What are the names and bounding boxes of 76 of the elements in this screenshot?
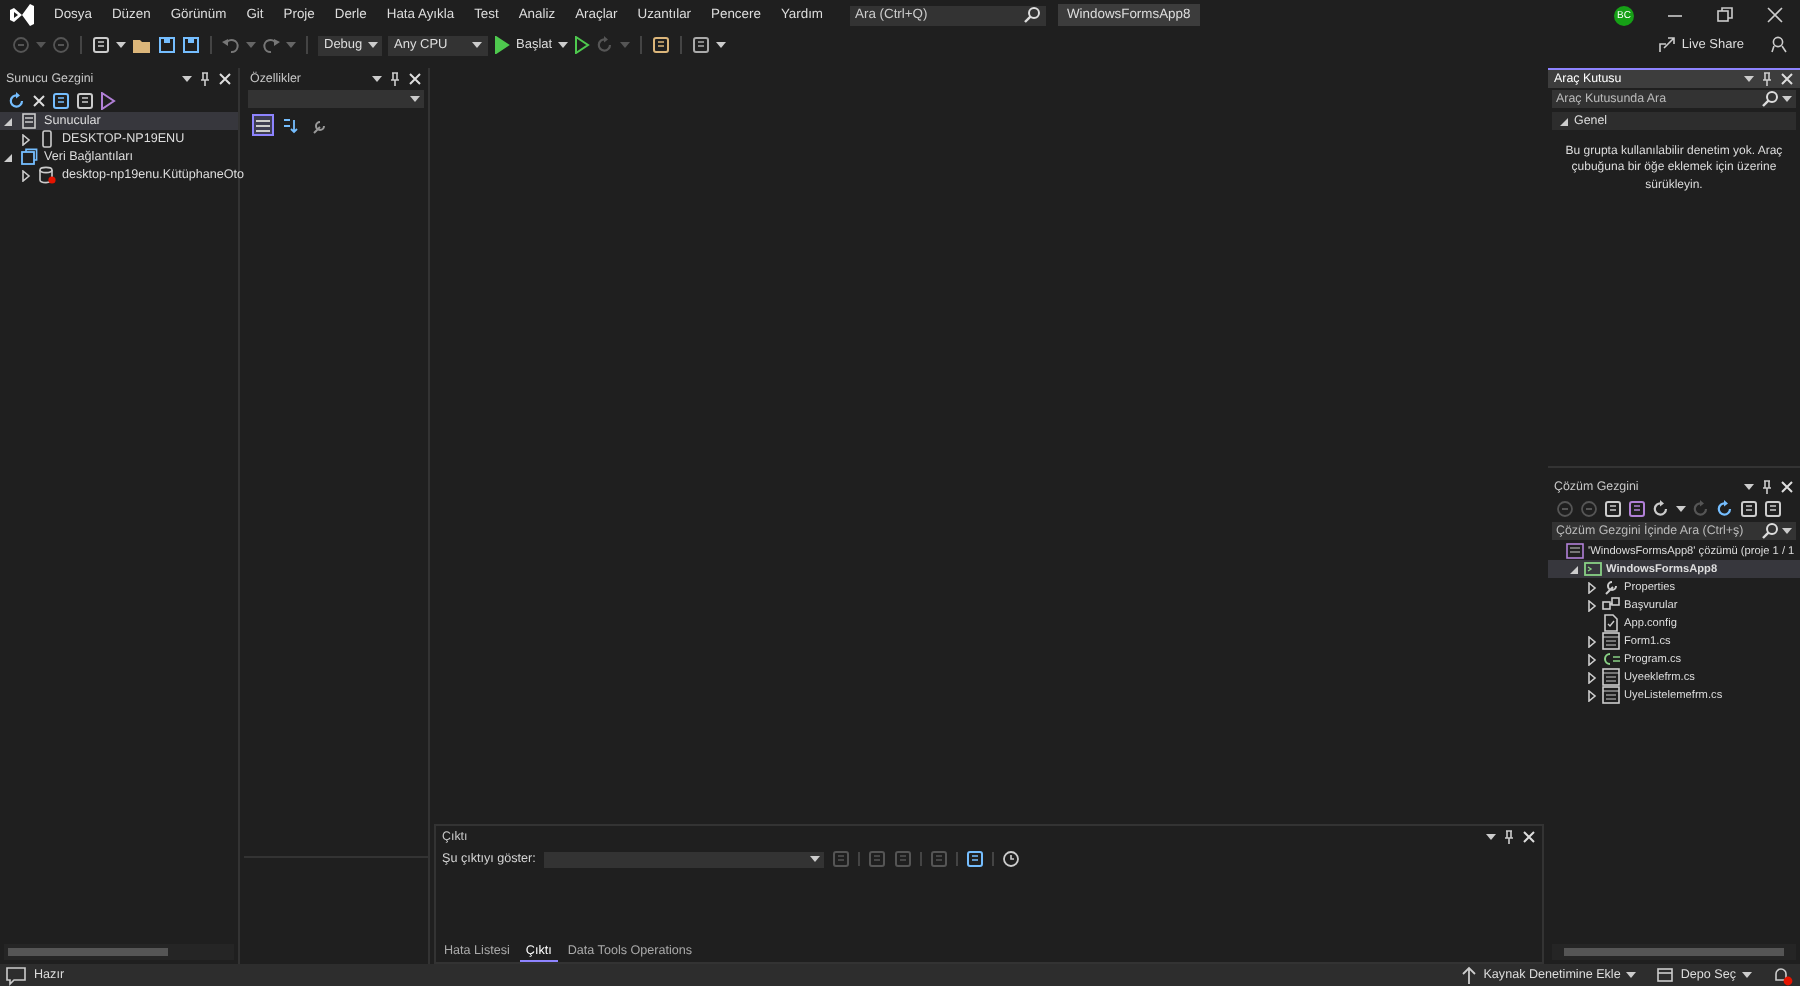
caret-icon[interactable] <box>1742 972 1752 978</box>
categorized-icon <box>254 117 272 133</box>
solution-icon <box>1566 542 1584 560</box>
config-file-icon <box>1602 614 1620 632</box>
close-icon[interactable] <box>1766 6 1784 24</box>
close-icon[interactable] <box>1780 479 1794 493</box>
close-icon[interactable] <box>1522 829 1536 843</box>
close-icon[interactable] <box>32 93 46 107</box>
database-error-icon <box>38 166 56 184</box>
folder-icon[interactable] <box>132 36 152 54</box>
caret-icon[interactable] <box>182 75 192 81</box>
restart-icon[interactable] <box>596 36 615 54</box>
refresh-icon[interactable] <box>8 91 26 109</box>
collapse-arrow-icon[interactable] <box>1558 115 1570 127</box>
close-icon[interactable] <box>218 71 232 85</box>
pin-icon[interactable] <box>388 71 402 85</box>
device-icon <box>38 130 56 148</box>
collapse-arrow-icon[interactable] <box>2 115 14 127</box>
close-icon[interactable] <box>1780 72 1794 86</box>
logo-icon[interactable] <box>8 2 36 28</box>
notification-icon[interactable] <box>1772 965 1794 985</box>
caret-icon[interactable] <box>809 856 820 862</box>
wrench-icon <box>310 117 328 133</box>
refresh-icon[interactable] <box>1716 499 1734 517</box>
categorized-view-button[interactable] <box>252 114 274 136</box>
upload-icon[interactable] <box>1459 966 1478 984</box>
close-icon[interactable] <box>408 71 422 85</box>
collapse-arrow-icon[interactable] <box>1568 563 1580 575</box>
caret-icon[interactable] <box>716 42 727 48</box>
search-icon[interactable] <box>1760 90 1778 108</box>
redo-icon[interactable] <box>262 36 280 54</box>
clock-icon[interactable] <box>1001 850 1020 868</box>
caret-icon[interactable] <box>1782 96 1792 102</box>
play-icon[interactable] <box>494 36 510 54</box>
wrench-icon <box>1602 578 1620 596</box>
sort-icon <box>282 117 300 133</box>
horizontal-scrollbar[interactable] <box>4 944 234 960</box>
caret-icon[interactable] <box>472 42 482 48</box>
form-file-icon <box>1602 668 1620 686</box>
save-icon[interactable] <box>158 36 176 54</box>
pin-icon[interactable] <box>1760 72 1774 86</box>
undo-icon[interactable] <box>222 36 240 54</box>
repository-icon[interactable] <box>1656 966 1675 984</box>
save-all-icon[interactable] <box>182 36 200 54</box>
caret-icon[interactable] <box>372 75 382 81</box>
pin-icon[interactable] <box>1502 829 1516 843</box>
caret-icon[interactable] <box>1486 833 1496 839</box>
caret-icon[interactable] <box>1626 972 1637 978</box>
caret-icon[interactable] <box>1782 528 1792 534</box>
caret-icon[interactable] <box>116 42 126 48</box>
pin-icon[interactable] <box>198 71 212 85</box>
alphabetical-view-button[interactable] <box>280 114 302 136</box>
caret-icon[interactable] <box>410 96 420 102</box>
restore-icon[interactable] <box>1716 6 1734 24</box>
share-icon[interactable] <box>1657 36 1676 54</box>
caret-icon[interactable] <box>1744 76 1754 82</box>
caret-icon[interactable] <box>558 42 569 48</box>
search-icon[interactable] <box>1760 522 1778 540</box>
project-icon <box>1584 560 1602 578</box>
csharp-file-icon <box>1602 650 1620 668</box>
horizontal-scrollbar[interactable] <box>1552 944 1796 960</box>
pin-icon[interactable] <box>1760 479 1774 493</box>
expand-arrow-icon[interactable] <box>20 169 32 181</box>
database-connection-icon <box>20 148 38 166</box>
comment-icon[interactable] <box>6 965 26 985</box>
server-icon <box>20 112 38 130</box>
caret-icon[interactable] <box>1744 483 1754 489</box>
expand-arrow-icon[interactable] <box>20 133 32 145</box>
caret-icon[interactable] <box>1676 505 1686 511</box>
search-icon[interactable] <box>1021 6 1039 24</box>
collapse-arrow-icon[interactable] <box>2 151 14 163</box>
caret-icon[interactable] <box>368 42 379 48</box>
references-icon <box>1602 596 1620 614</box>
form-file-icon <box>1602 686 1620 704</box>
run-without-debug-icon[interactable] <box>574 36 591 54</box>
form-file-icon <box>1602 632 1620 650</box>
